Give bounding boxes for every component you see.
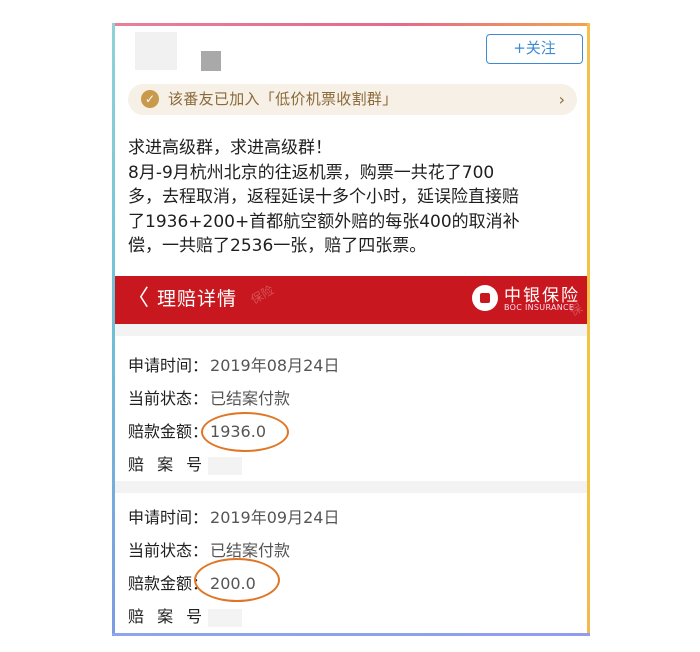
status-label: 当前状态： — [128, 541, 209, 560]
post-line: 求进高级群，求进高级群！ — [128, 138, 332, 158]
redacted-case-number — [208, 456, 243, 475]
status-value: 已结案付款 — [210, 389, 291, 408]
back-icon[interactable]: 〈 — [127, 276, 149, 322]
frame-bottom-border — [112, 633, 590, 636]
apply-time-label: 申请时间： — [128, 356, 209, 375]
boc-insurance-logo: 中银保险 BOC INSURANCE — [472, 283, 582, 317]
boc-logo-mark-icon — [472, 285, 498, 311]
redacted-case-number — [208, 608, 243, 627]
section-divider — [115, 324, 587, 336]
apply-time-value: 2019年08月24日 — [210, 356, 340, 375]
post-body: 求进高级群，求进高级群！ 8月-9月杭州北京的往返机票，购票一共花了700 多，… — [128, 136, 578, 259]
avatar[interactable] — [135, 32, 177, 70]
username-placeholder — [201, 51, 221, 71]
case-number-row: 赔 案 号 — [128, 603, 243, 631]
post-card: +关注 ✓ 该番友已加入「低价机票收割群」 › 求进高级群，求进高级群！ 8月-… — [115, 26, 587, 633]
case-number-label: 赔 案 号 — [128, 607, 207, 626]
claim-detail-header: 〈 理赔详情 保险 保 中银保险 BOC INSURANCE — [115, 276, 587, 324]
amount-label: 赔款金额： — [128, 422, 209, 441]
post-line: 8月-9月杭州北京的往返机票，购票一共花了700 — [128, 162, 495, 183]
apply-time-row: 申请时间： 2019年08月24日 — [128, 352, 339, 380]
frame-right-border — [587, 23, 590, 635]
apply-time-label: 申请时间： — [128, 508, 209, 527]
group-banner-text: 该番友已加入「低价机票收割群」 — [168, 90, 398, 108]
check-icon: ✓ — [141, 90, 159, 108]
status-row: 当前状态： 已结案付款 — [128, 537, 290, 565]
chevron-right-icon: › — [558, 90, 565, 109]
apply-time-value: 2019年09月24日 — [210, 508, 340, 527]
logo-english-text: BOC INSURANCE — [504, 303, 575, 312]
highlight-circle — [201, 412, 289, 452]
post-line: 偿，一共赔了2536一张，赔了四张票。 — [128, 236, 427, 256]
post-line: 多，去程取消，返程延误十多个小时，延误险直接赔 — [128, 187, 519, 207]
follow-button[interactable]: +关注 — [486, 34, 583, 64]
status-row: 当前状态： 已结案付款 — [128, 385, 290, 413]
case-number-row: 赔 案 号 — [128, 451, 243, 479]
highlight-circle — [194, 558, 280, 602]
group-banner[interactable]: ✓ 该番友已加入「低价机票收割群」 › — [128, 84, 577, 115]
section-divider — [115, 481, 587, 493]
post-line: 了1936+200+首都航空额外赔的每张400的取消补 — [128, 211, 520, 232]
apply-time-row: 申请时间： 2019年09月24日 — [128, 504, 339, 532]
watermark: 保险 — [248, 282, 277, 307]
status-label: 当前状态： — [128, 389, 209, 408]
page-title: 理赔详情 — [157, 288, 238, 310]
case-number-label: 赔 案 号 — [128, 455, 207, 474]
